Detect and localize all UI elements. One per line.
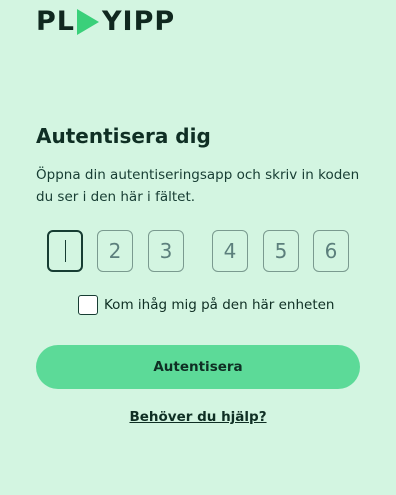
playipp-logo: PL YIPP	[36, 6, 175, 37]
otp-digit-5[interactable]: 5	[263, 230, 299, 272]
remember-device-option[interactable]: Kom ihåg mig på den här enheten	[78, 295, 335, 315]
play-icon	[77, 8, 99, 35]
otp-digit-3[interactable]: 3	[148, 230, 184, 272]
otp-digit-1[interactable]	[47, 230, 83, 272]
logo-text-right: YIPP	[102, 6, 176, 37]
remember-device-checkbox[interactable]	[78, 295, 98, 315]
help-link[interactable]: Behöver du hjälp?	[0, 409, 396, 425]
logo-text-left: PL	[36, 6, 75, 37]
authenticate-button[interactable]: Autentisera	[36, 345, 360, 389]
text-caret	[64, 240, 66, 262]
otp-digit-2[interactable]: 2	[97, 230, 133, 272]
otp-digit-6[interactable]: 6	[313, 230, 349, 272]
page-title: Autentisera dig	[36, 124, 211, 148]
instructions-text: Öppna din autentiseringsapp och skriv in…	[36, 167, 360, 205]
otp-code-field: 2 3 4 5 6	[0, 230, 396, 274]
remember-device-label[interactable]: Kom ihåg mig på den här enheten	[104, 297, 335, 313]
otp-digit-4[interactable]: 4	[212, 230, 248, 272]
